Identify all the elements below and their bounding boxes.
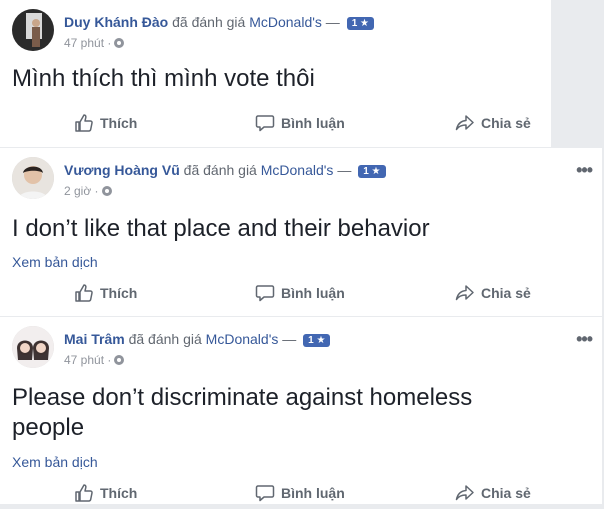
like-button[interactable]: Thích	[74, 283, 137, 303]
share-label: Chia sẻ	[481, 485, 531, 501]
share-button[interactable]: Chia sẻ	[455, 283, 531, 303]
action-bar: Thích Bình luận Chia sẻ	[0, 483, 602, 509]
share-arrow-icon	[455, 285, 474, 301]
dash: —	[337, 162, 352, 178]
review-verb: đã đánh giá	[183, 162, 257, 178]
post-text-line: people	[12, 414, 85, 441]
like-label: Thích	[100, 115, 138, 131]
thumbs-up-icon	[75, 114, 93, 132]
post-header: Duy Khánh Đào đã đánh giá McDonald's — 1…	[64, 14, 374, 30]
avatar[interactable]	[12, 326, 54, 368]
comment-button[interactable]: Bình luận	[255, 483, 345, 503]
post-meta: 47 phút ·	[64, 36, 125, 50]
like-label: Thích	[100, 285, 138, 301]
share-label: Chia sẻ	[481, 285, 531, 301]
review-post: Duy Khánh Đào đã đánh giá McDonald's — 1…	[0, 0, 551, 147]
dash: —	[325, 14, 340, 30]
page-link[interactable]: McDonald's	[206, 331, 279, 347]
dash: —	[282, 331, 297, 347]
comment-button[interactable]: Bình luận	[255, 283, 345, 303]
comment-bubble-icon	[255, 115, 275, 132]
see-translation-link[interactable]: Xem bản dịch	[12, 454, 98, 470]
like-button[interactable]: Thích	[74, 483, 137, 503]
action-bar: Thích Bình luận Chia sẻ	[0, 283, 602, 309]
timestamp[interactable]: 2 giờ ·	[64, 184, 99, 198]
rating-badge: 1 ★	[346, 17, 374, 30]
share-button[interactable]: Chia sẻ	[455, 483, 531, 503]
comment-label: Bình luận	[281, 285, 345, 301]
share-button[interactable]: Chia sẻ	[455, 113, 531, 133]
comment-label: Bình luận	[281, 485, 345, 501]
review-verb: đã đánh giá	[128, 331, 202, 347]
more-options-icon[interactable]: •••	[576, 160, 593, 181]
rating-badge: 1 ★	[358, 165, 386, 178]
avatar[interactable]	[12, 9, 54, 51]
post-meta: 2 giờ ·	[64, 184, 112, 198]
review-post: Mai Trâm đã đánh giá McDonald's — 1 ★ ••…	[0, 317, 602, 504]
timestamp[interactable]: 47 phút ·	[64, 36, 111, 50]
page-link[interactable]: McDonald's	[261, 162, 334, 178]
post-text: I don’t like that place and their behavi…	[12, 215, 430, 242]
author-name[interactable]: Mai Trâm	[64, 331, 125, 347]
post-text-line: Please don’t discriminate against homele…	[12, 384, 473, 411]
author-name[interactable]: Vương Hoàng Vũ	[64, 162, 180, 178]
post-text: Please don’t discriminate against homele…	[12, 383, 472, 443]
timestamp[interactable]: 47 phút ·	[64, 353, 111, 367]
comment-bubble-icon	[255, 485, 275, 502]
thumbs-up-icon	[75, 284, 93, 302]
avatar[interactable]	[12, 157, 54, 199]
globe-icon	[101, 186, 112, 196]
comment-bubble-icon	[255, 285, 275, 302]
globe-icon	[114, 355, 125, 365]
share-arrow-icon	[455, 485, 474, 501]
like-label: Thích	[100, 485, 138, 501]
share-label: Chia sẻ	[481, 115, 531, 131]
globe-icon	[114, 38, 125, 48]
post-meta: 47 phút ·	[64, 353, 125, 367]
post-header: Vương Hoàng Vũ đã đánh giá McDonald's — …	[64, 162, 386, 178]
more-options-icon[interactable]: •••	[576, 329, 593, 350]
author-name[interactable]: Duy Khánh Đào	[64, 14, 168, 30]
action-bar: Thích Bình luận Chia sẻ	[0, 113, 551, 139]
review-verb: đã đánh giá	[172, 14, 246, 30]
post-header: Mai Trâm đã đánh giá McDonald's — 1 ★	[64, 331, 331, 347]
see-translation-link[interactable]: Xem bản dịch	[12, 254, 98, 270]
comment-label: Bình luận	[281, 115, 345, 131]
rating-badge: 1 ★	[303, 334, 331, 347]
review-post: Vương Hoàng Vũ đã đánh giá McDonald's — …	[0, 148, 602, 316]
like-button[interactable]: Thích	[74, 113, 137, 133]
comment-button[interactable]: Bình luận	[255, 113, 345, 133]
share-arrow-icon	[455, 115, 474, 131]
post-text: Mình thích thì mình vote thôi	[12, 65, 315, 92]
thumbs-up-icon	[75, 484, 93, 502]
page-link[interactable]: McDonald's	[249, 14, 322, 30]
